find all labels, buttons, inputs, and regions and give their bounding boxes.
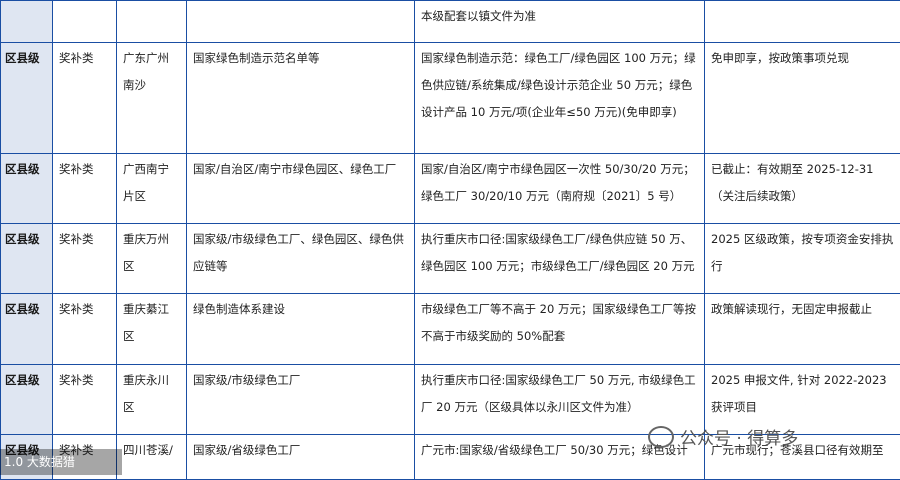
table-row: 区县级 奖补类 重庆万州区 国家级/市级绿色工厂、绿色园区、绿色供应链等 执行重…: [1, 224, 900, 294]
policy-table: 本级配套以镇文件为准 区县级 奖补类 广东广州南沙 国家绿色制造示范名单等 国家…: [0, 0, 900, 480]
cell-region: 四川苍溪/: [117, 435, 187, 480]
cell-region: 重庆永川区: [117, 365, 187, 435]
table-row: 区县级 奖补类 广西南宁片区 国家/自治区/南宁市绿色园区、绿色工厂 国家/自治…: [1, 154, 900, 224]
cell-level: 区县级: [1, 294, 53, 365]
watermark-right: 公众号 · 得算多: [648, 424, 798, 454]
cell-status: 已截止：有效期至 2025-12-31（关注后续政策）: [705, 154, 900, 224]
cell-type: 奖补类: [53, 43, 117, 154]
cell-standard: 本级配套以镇文件为准: [415, 1, 705, 43]
cell-scope: [187, 1, 415, 43]
cell-status: 2025 区级政策，按专项资金安排执行: [705, 224, 900, 294]
cell-scope: 国家/自治区/南宁市绿色园区、绿色工厂: [187, 154, 415, 224]
cell-status: [705, 1, 900, 43]
cell-standard: 国家/自治区/南宁市绿色园区一次性 50/30/20 万元；绿色工厂 30/20…: [415, 154, 705, 224]
cell-level: 区县级: [1, 43, 53, 154]
cell-region: [117, 1, 187, 43]
cell-standard: 执行重庆市口径:国家级绿色工厂/绿色供应链 50 万、绿色园区 100 万元；市…: [415, 224, 705, 294]
wechat-icon: [648, 426, 674, 448]
table-row: 本级配套以镇文件为准: [1, 1, 900, 43]
cell-level: 区县级: [1, 365, 53, 435]
watermark-right-text: 公众号 · 得算多: [680, 429, 798, 449]
cell-region: 广东广州南沙: [117, 43, 187, 154]
cell-status: 免申即享，按政策事项兑现: [705, 43, 900, 154]
cell-scope: 国家级/市级绿色工厂、绿色园区、绿色供应链等: [187, 224, 415, 294]
table-row: 区县级 奖补类 重庆綦江区 绿色制造体系建设 市级绿色工厂等不高于 20 万元；…: [1, 294, 900, 365]
cell-type: 奖补类: [53, 224, 117, 294]
cell-type: [53, 1, 117, 43]
cell-scope: 国家绿色制造示范名单等: [187, 43, 415, 154]
cell-type: 奖补类: [53, 294, 117, 365]
cell-region: 广西南宁片区: [117, 154, 187, 224]
cell-level: 区县级: [1, 154, 53, 224]
cell-scope: 国家级/市级绿色工厂: [187, 365, 415, 435]
cell-type: 奖补类: [53, 365, 117, 435]
cell-region: 重庆万州区: [117, 224, 187, 294]
table-row: 区县级 奖补类 广东广州南沙 国家绿色制造示范名单等 国家绿色制造示范：绿色工厂…: [1, 43, 900, 154]
cell-type: 奖补类: [53, 154, 117, 224]
watermark-left: 1.0 大数据猎: [0, 449, 122, 475]
cell-level: [1, 1, 53, 43]
cell-scope: 绿色制造体系建设: [187, 294, 415, 365]
cell-standard: 国家绿色制造示范：绿色工厂/绿色园区 100 万元；绿色供应链/系统集成/绿色设…: [415, 43, 705, 154]
cell-standard: 市级绿色工厂等不高于 20 万元；国家级绿色工厂等按不高于市级奖励的 50%配套: [415, 294, 705, 365]
cell-level: 区县级: [1, 224, 53, 294]
cell-region: 重庆綦江区: [117, 294, 187, 365]
cell-scope: 国家级/省级绿色工厂: [187, 435, 415, 480]
cell-status: 政策解读现行，无固定申报截止: [705, 294, 900, 365]
